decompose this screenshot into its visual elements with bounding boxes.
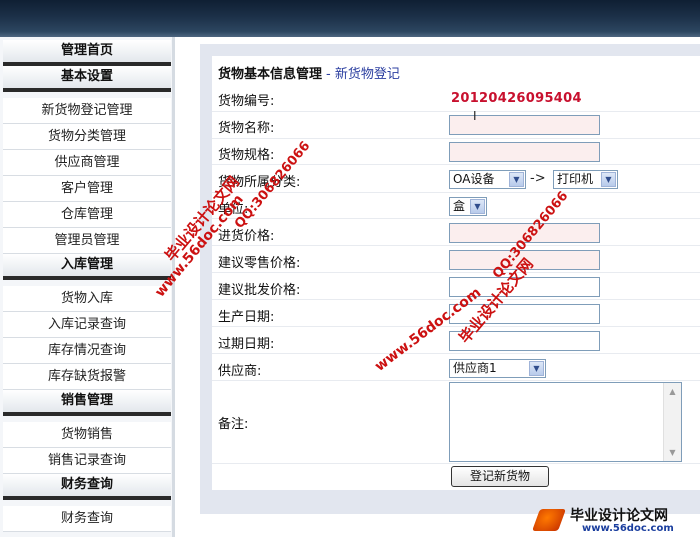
chevron-down-icon[interactable]: ▼ — [601, 172, 616, 187]
sidebar-item-warehouse[interactable]: 仓库管理 — [3, 202, 171, 228]
label-expiry-date: 过期日期: — [218, 337, 275, 352]
sidebar-item-goods-sales[interactable]: 货物销售 — [3, 422, 171, 448]
footer-logo: 毕业设计论文网 www.56doc.com — [530, 503, 700, 537]
sidebar-item-goods-in[interactable]: 货物入库 — [3, 286, 171, 312]
row-divider — [212, 111, 700, 112]
submit-new-goods-button[interactable]: 登记新货物 — [451, 466, 549, 487]
unit-value: 盒 — [453, 199, 466, 213]
label-goods-spec: 货物规格: — [218, 148, 275, 163]
unit-select[interactable]: 盒 ▼ — [449, 197, 487, 216]
row-divider — [212, 272, 700, 273]
label-goods-name: 货物名称: — [218, 121, 275, 136]
sidebar-item-finance-query[interactable]: 财务查询 — [3, 506, 171, 532]
row-divider — [212, 192, 700, 193]
category-arrow: -> — [530, 171, 546, 186]
sidebar-head-basic-settings[interactable]: 基本设置 — [3, 66, 171, 92]
goods-spec-input[interactable] — [449, 142, 600, 162]
sidebar-item-supplier[interactable]: 供应商管理 — [3, 150, 171, 176]
footer-brand: 毕业设计论文网 — [570, 508, 668, 524]
footer-url: www.56doc.com — [582, 523, 674, 534]
remark-textarea[interactable]: ▲ ▼ — [449, 382, 682, 462]
category-sub-select[interactable]: 打印机 ▼ — [553, 170, 618, 189]
chevron-down-icon[interactable]: ▼ — [509, 172, 524, 187]
row-divider — [212, 138, 700, 139]
row-divider — [212, 380, 700, 381]
goods-code-value: 20120426095404 — [451, 91, 582, 106]
row-divider — [212, 463, 700, 464]
row-divider — [212, 353, 700, 354]
scroll-down-icon[interactable]: ▼ — [665, 445, 680, 460]
goods-name-input[interactable] — [449, 115, 600, 135]
page-title-main: 货物基本信息管理 — [218, 67, 323, 82]
sidebar-head-sales[interactable]: 销售管理 — [3, 390, 171, 416]
row-divider — [212, 245, 700, 246]
sidebar-item-shortage-alarm[interactable]: 库存缺货报警 — [3, 364, 171, 390]
category-sub-value: 打印机 — [557, 172, 594, 186]
sidebar-head-stock-in[interactable]: 入库管理 — [3, 254, 171, 280]
label-supplier: 供应商: — [218, 364, 262, 379]
sidebar-item-sales-records[interactable]: 销售记录查询 — [3, 448, 171, 474]
chevron-down-icon[interactable]: ▼ — [470, 199, 485, 214]
page-title: 货物基本信息管理 - 新货物登记 — [218, 63, 400, 82]
sidebar-item-stock-status[interactable]: 库存情况查询 — [3, 338, 171, 364]
row-divider — [212, 218, 700, 219]
label-production-date: 生产日期: — [218, 310, 275, 325]
label-wholesale-price: 建议批发价格: — [218, 283, 301, 298]
top-banner — [0, 0, 700, 37]
label-retail-price: 建议零售价格: — [218, 256, 301, 271]
sidebar-item-category[interactable]: 货物分类管理 — [3, 124, 171, 150]
chevron-down-icon[interactable]: ▼ — [529, 361, 544, 376]
row-divider — [212, 326, 700, 327]
sidebar-item-in-records[interactable]: 入库记录查询 — [3, 312, 171, 338]
category-main-value: OA设备 — [453, 172, 495, 186]
text-cursor-icon: Ⅰ — [473, 109, 477, 123]
label-remark: 备注: — [218, 417, 249, 432]
sidebar: 管理首页 基本设置 新货物登记管理 货物分类管理 供应商管理 客户管理 仓库管理… — [0, 37, 175, 537]
sidebar-head-finance[interactable]: 财务查询 — [3, 474, 171, 500]
sidebar-item-admin[interactable]: 管理员管理 — [3, 228, 171, 254]
sidebar-item-new-goods[interactable]: 新货物登记管理 — [3, 98, 171, 124]
category-main-select[interactable]: OA设备 ▼ — [449, 170, 526, 189]
textarea-scrollbar[interactable]: ▲ ▼ — [663, 383, 681, 461]
supplier-select[interactable]: 供应商1 ▼ — [449, 359, 546, 378]
sidebar-item-customer[interactable]: 客户管理 — [3, 176, 171, 202]
page-title-sub: - 新货物登记 — [326, 67, 400, 82]
scroll-up-icon[interactable]: ▲ — [665, 384, 680, 399]
label-goods-code: 货物编号: — [218, 94, 275, 109]
sidebar-head-home[interactable]: 管理首页 — [3, 40, 171, 66]
logo-mark-icon — [531, 509, 567, 531]
supplier-value: 供应商1 — [453, 361, 497, 375]
